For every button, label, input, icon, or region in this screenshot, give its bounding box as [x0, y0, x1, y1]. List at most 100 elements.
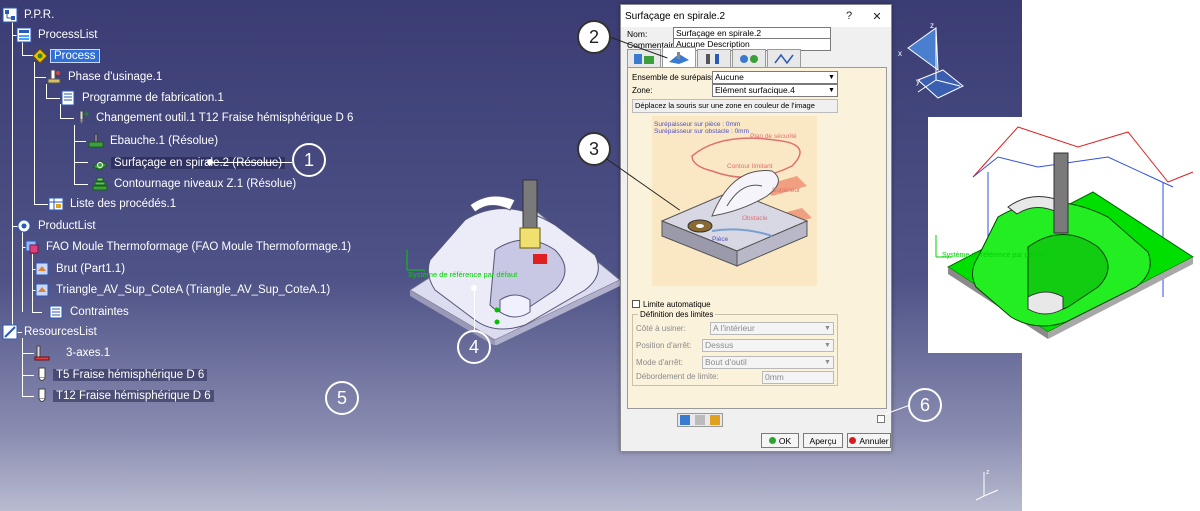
tree-line [60, 118, 74, 119]
ball-end-mill-icon [38, 367, 46, 381]
ball-end-mill-icon [38, 388, 46, 402]
tree-label: Changement outil.1 T12 Fraise hémisphéri… [96, 112, 354, 124]
tree-item-t12[interactable]: T12 Fraise hémisphérique D 6 [34, 387, 214, 405]
tree-item-phase[interactable]: Phase d'usinage.1 [46, 68, 165, 86]
apercu-button[interactable]: Aperçu [803, 433, 843, 448]
tool-change-icon [79, 110, 90, 124]
tree-item-contraintes[interactable]: Contraintes [48, 303, 132, 321]
strategy-tab-icon [634, 53, 654, 64]
tree-line [12, 20, 13, 332]
product-icon [25, 240, 39, 254]
tree-item-processlist[interactable]: ProcessList [16, 26, 100, 44]
tree-line [22, 353, 34, 354]
annuler-button[interactable]: Annuler [847, 433, 891, 448]
tree-line [46, 98, 60, 99]
callout-2: 2 [577, 20, 611, 54]
analysis-icon[interactable] [709, 415, 720, 425]
tree-item-fao-moule[interactable]: FAO Moule Thermoformage (FAO Moule Therm… [24, 238, 354, 256]
apercu-label: Aperçu [809, 435, 837, 446]
svg-text:y: y [916, 77, 920, 86]
geometry-tab-icon [669, 51, 689, 64]
tree-item-changement-outil[interactable]: Changement outil.1 T12 Fraise hémisphéri… [74, 109, 356, 127]
plan-securite-label: Plan de sécurité [750, 133, 797, 140]
mode-select[interactable]: Bout d'outil ▼ [702, 356, 834, 369]
tree-item-contournage[interactable]: Contournage niveaux Z.1 (Résolue) [92, 175, 299, 193]
reference-system-label: Système de référence par défaut [942, 252, 1044, 259]
tool-tab-icon [706, 53, 719, 64]
tree-label: Ebauche.1 (Résolue) [110, 135, 219, 147]
sur-obstacle-label: Surépaisseur sur obstacle : 0mm [654, 128, 749, 135]
mold-part-3d[interactable] [405, 170, 625, 345]
tree-label: Surfaçage en spirale.2 (Résolue) [111, 157, 286, 169]
svg-text:z: z [930, 21, 934, 30]
tab-strategy[interactable] [627, 49, 661, 67]
tree-label: Programme de fabrication.1 [82, 92, 224, 104]
position-select[interactable]: Dessus ▼ [702, 339, 834, 352]
tree-item-ppr[interactable]: P.P.R. [2, 6, 57, 24]
help-button[interactable]: ? [835, 10, 863, 22]
ensemble-select[interactable]: Aucune ▼ [712, 71, 838, 84]
tree-line [22, 232, 23, 312]
tree-item-t5[interactable]: T5 Fraise hémisphérique D 6 [34, 366, 208, 384]
macros-tab-icon [774, 53, 794, 64]
reference-system-label: Système de référence par défaut [408, 270, 518, 279]
tree-item-liste-procedes[interactable]: Liste des procédés.1 [48, 195, 179, 213]
tab-feeds[interactable] [732, 49, 766, 67]
zlevel-operation-icon [92, 177, 108, 191]
tree-item-surfacage[interactable]: Surfaçage en spirale.2 (Résolue) [92, 154, 286, 172]
machine-icon [34, 345, 50, 361]
tree-label: P.P.R. [24, 9, 55, 21]
piece-label: Pièce [712, 236, 729, 243]
tree-item-resourceslist[interactable]: ResourcesList [2, 323, 100, 341]
tree-line [46, 84, 47, 98]
superieur-label: Supérieur [772, 187, 801, 194]
ppr-icon [2, 7, 18, 23]
tree-item-triangle[interactable]: Triangle_AV_Sup_CoteA (Triangle_AV_Sup_C… [34, 281, 333, 299]
nom-label: Nom: [627, 29, 648, 39]
annuler-label: Annuler [859, 435, 889, 446]
dialog-titlebar[interactable]: Surfaçage en spirale.2 ? ✕ [621, 5, 891, 27]
spiral-milling-dialog[interactable]: Surfaçage en spirale.2 ? ✕ Nom: Surfaçag… [620, 4, 892, 452]
cote-select[interactable]: A l'intérieur ▼ [710, 322, 834, 335]
part-icon [35, 283, 49, 297]
tree-label: T5 Fraise hémisphérique D 6 [53, 369, 208, 381]
options-icon[interactable] [877, 415, 885, 423]
tree-line [34, 204, 48, 205]
roughing-operation-icon [88, 133, 104, 148]
part-icon [35, 262, 49, 276]
chevron-down-icon: ▼ [828, 87, 835, 94]
chevron-down-icon: ▼ [824, 325, 831, 332]
tree-item-programme[interactable]: Programme de fabrication.1 [60, 89, 227, 107]
tree-item-3-axes[interactable]: 3-axes.1 [34, 344, 113, 362]
tree-label: ProcessList [38, 29, 98, 41]
tree-label: Liste des procédés.1 [70, 198, 177, 210]
ok-button[interactable]: OK [761, 433, 799, 448]
callout-4: 4 [457, 330, 491, 364]
geometry-panel: Ensemble de surépaisseurs: Aucune ▼ Zone:… [627, 67, 887, 409]
zone-select[interactable]: Elément surfacique.4 ▼ [712, 84, 838, 97]
tree-item-ebauche[interactable]: Ebauche.1 (Résolue) [88, 132, 221, 150]
svg-text:x: x [898, 49, 902, 58]
position-label: Position d'arrêt: [636, 341, 692, 350]
tree-item-productlist[interactable]: ProductList [16, 217, 99, 235]
hint-text: Déplacez la souris sur une zone en coule… [632, 99, 838, 113]
definition-limites-label: Définition des limites [638, 310, 716, 319]
zone-label: Zone: [632, 86, 653, 95]
tree-label: Contournage niveaux Z.1 (Résolue) [114, 178, 297, 190]
close-button[interactable]: ✕ [863, 10, 891, 23]
tree-item-brut[interactable]: Brut (Part1.1) [34, 260, 128, 278]
process-table-icon [48, 197, 64, 211]
limite-auto-checkbox[interactable] [632, 300, 640, 308]
video-icon[interactable] [694, 415, 705, 425]
tree-line [74, 184, 88, 185]
tree-item-process[interactable]: Process [32, 47, 100, 65]
tab-macros[interactable] [767, 49, 801, 67]
tab-tool[interactable] [697, 49, 731, 67]
tool-path-replay-icon[interactable] [680, 415, 691, 425]
mode-value: Bout d'outil [705, 357, 747, 367]
geometry-illustration[interactable]: Surépaisseur sur pièce : 0mm Surépaisseu… [632, 116, 838, 296]
constraints-icon [49, 305, 63, 319]
debordement-input[interactable]: 0mm [762, 371, 834, 384]
compass-icon[interactable]: z x y [898, 18, 972, 106]
callout-6: 6 [908, 388, 942, 422]
